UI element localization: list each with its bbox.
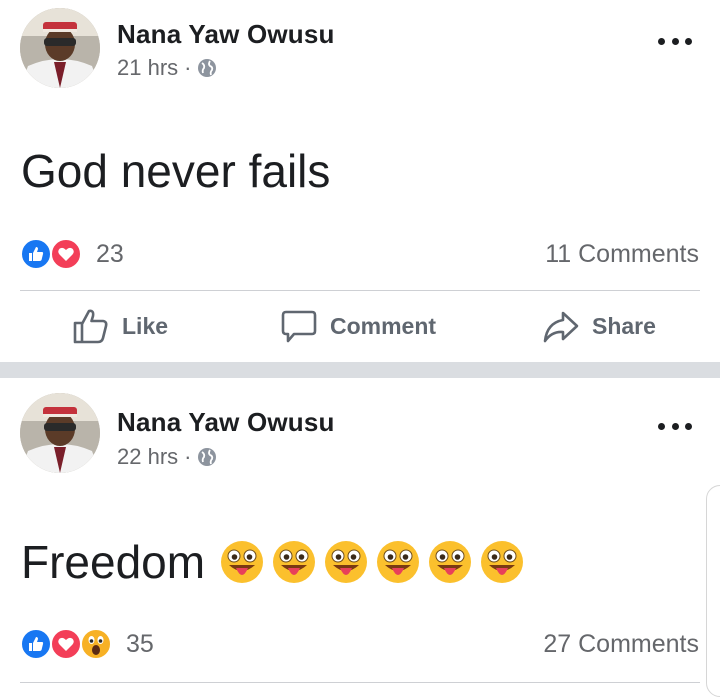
post-time[interactable]: 21 hrs <box>117 55 178 81</box>
like-reaction-icon <box>20 628 52 660</box>
post-text: Freedom <box>21 536 206 588</box>
zany-face-icon <box>377 541 420 583</box>
more-options-icon[interactable] <box>658 36 692 46</box>
zany-face-icon <box>273 541 316 583</box>
globe-icon <box>198 59 217 77</box>
share-button[interactable]: Share <box>542 307 656 345</box>
zany-face-icon <box>429 541 472 583</box>
like-reaction-icon <box>20 238 52 270</box>
love-reaction-icon <box>50 238 82 270</box>
thumbs-up-icon <box>73 309 108 344</box>
like-label: Like <box>122 312 169 339</box>
action-bar: Like Comment Share <box>0 307 720 347</box>
zany-face-icon <box>481 541 524 583</box>
globe-icon <box>198 448 217 466</box>
more-options-icon[interactable] <box>658 421 692 431</box>
author-name[interactable]: Nana Yaw Owusu <box>117 407 335 438</box>
post-text-container: God never fails <box>21 144 330 198</box>
post-card: Nana Yaw Owusu 22 hrs · Freedom 35 27 Co… <box>0 378 720 689</box>
post-time[interactable]: 22 hrs <box>117 444 178 470</box>
wow-reaction-icon <box>80 628 112 660</box>
comment-label: Comment <box>330 312 437 339</box>
love-reaction-icon <box>50 628 82 660</box>
meta-separator: · <box>184 55 192 80</box>
post-text: God never fails <box>21 145 331 197</box>
meta-separator: · <box>184 444 192 469</box>
avatar[interactable] <box>20 8 100 88</box>
zany-face-icon <box>325 541 368 583</box>
post-text-container: Freedom <box>21 535 525 589</box>
comments-count[interactable]: 27 Comments <box>543 630 699 659</box>
comment-button[interactable]: Comment <box>280 307 436 345</box>
zany-face-icon <box>221 541 264 583</box>
overlay-edge <box>706 485 720 697</box>
comments-count[interactable]: 11 Comments <box>545 240 699 269</box>
reactions-summary[interactable]: 23 <box>20 238 124 270</box>
divider <box>20 682 700 683</box>
post-meta: 21 hrs · <box>117 55 217 81</box>
author-name[interactable]: Nana Yaw Owusu <box>117 19 335 50</box>
like-button[interactable]: Like <box>72 307 168 345</box>
reaction-count: 23 <box>96 239 124 268</box>
post-card: Nana Yaw Owusu 21 hrs · God never fails … <box>0 0 720 362</box>
post-meta: 22 hrs · <box>117 444 217 470</box>
feed-separator <box>0 362 720 378</box>
comment-bubble-icon <box>281 310 317 343</box>
emoji-row <box>219 539 525 585</box>
reactions-summary[interactable]: 35 <box>20 628 154 660</box>
divider <box>20 290 700 291</box>
reaction-count: 35 <box>126 629 154 658</box>
share-label: Share <box>592 312 656 339</box>
share-arrow-icon <box>543 311 579 343</box>
avatar[interactable] <box>20 393 100 473</box>
